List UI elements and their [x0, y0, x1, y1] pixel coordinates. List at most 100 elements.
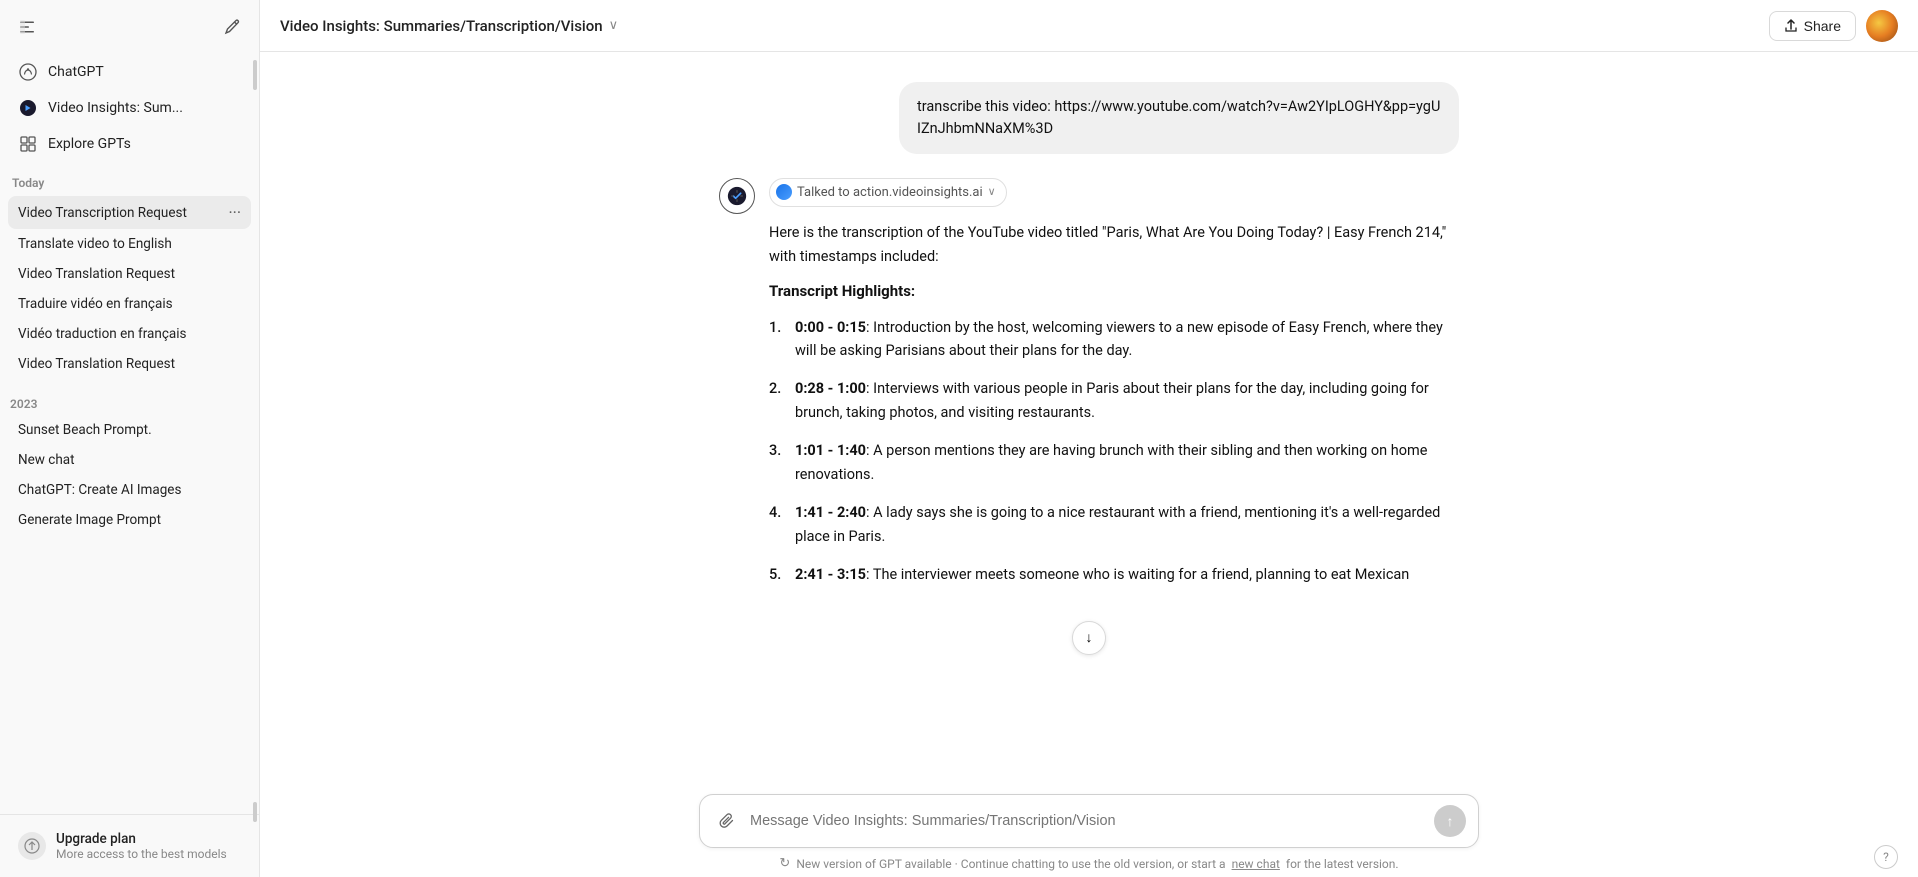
header-title-button[interactable]: Video Insights: Summaries/Transcription/…	[280, 17, 618, 35]
transcript-item: 1. 0:00 - 0:15: Introduction by the host…	[769, 316, 1459, 364]
list-num: 4.	[769, 501, 787, 549]
scroll-down-button[interactable]: ↓	[1072, 621, 1106, 655]
timestamp: 0:00 - 0:15	[795, 319, 866, 336]
timestamp: 0:28 - 1:00	[795, 380, 866, 397]
sidebar-nav: ChatGPT Video Insights: Sum... Explore	[0, 50, 259, 166]
talked-to-chevron: ∨	[988, 183, 996, 201]
assistant-avatar	[719, 178, 755, 214]
sidebar-scroll-top	[253, 60, 257, 90]
upgrade-plan-label: Upgrade plan	[56, 831, 227, 847]
transcript-item: 2. 0:28 - 1:00: Interviews with various …	[769, 377, 1459, 425]
sidebar-item-explore-gpts[interactable]: Explore GPTs	[8, 126, 251, 162]
scroll-down-icon: ↓	[1086, 629, 1093, 646]
list-num: 3.	[769, 439, 787, 487]
list-num: 5.	[769, 563, 787, 587]
list-content: 1:01 - 1:40: A person mentions they are …	[795, 439, 1459, 487]
sidebar-item-video-translation-1[interactable]: Video Translation Request	[8, 259, 251, 289]
list-content: 2:41 - 3:15: The interviewer meets someo…	[795, 563, 1459, 587]
upgrade-plan-button[interactable]: Upgrade plan More access to the best mod…	[8, 823, 251, 869]
transcript-list: 1. 0:00 - 0:15: Introduction by the host…	[769, 316, 1459, 587]
talked-to-text: Talked to action.videoinsights.ai	[797, 182, 983, 203]
intro-text: Here is the transcription of the YouTube…	[769, 221, 1459, 269]
sidebar-item-generate-image[interactable]: Generate Image Prompt	[8, 505, 251, 535]
sidebar-item-create-ai-images[interactable]: ChatGPT: Create AI Images	[8, 475, 251, 505]
today-section-label: Today	[0, 166, 259, 194]
list-num: 1.	[769, 316, 787, 364]
send-button[interactable]: ↑	[1434, 805, 1466, 837]
highlights-title: Transcript Highlights:	[769, 279, 1459, 304]
assistant-message: Talked to action.videoinsights.ai ∨ Here…	[719, 178, 1459, 601]
sidebar-item-video-transcription[interactable]: Video Transcription Request ···	[8, 196, 251, 229]
header-right: Share	[1769, 10, 1898, 42]
share-button[interactable]: Share	[1769, 11, 1856, 41]
explore-gpts-icon	[18, 134, 38, 154]
share-label: Share	[1804, 18, 1841, 34]
new-chat-button[interactable]	[217, 12, 247, 42]
upgrade-text: Upgrade plan More access to the best mod…	[56, 831, 227, 861]
list-content: 0:28 - 1:00: Interviews with various peo…	[795, 377, 1459, 425]
transcript-item: 4. 1:41 - 2:40: A lady says she is going…	[769, 501, 1459, 549]
assistant-content: Talked to action.videoinsights.ai ∨ Here…	[769, 178, 1459, 601]
sidebar-item-video-insights[interactable]: Video Insights: Sum...	[8, 90, 251, 126]
header-chevron-icon: ∨	[609, 18, 619, 33]
sidebar-item-video-translation-2[interactable]: Video Translation Request	[8, 349, 251, 379]
sidebar-item-video-transcription-label: Video Transcription Request	[18, 205, 228, 221]
sidebar-item-explore-label: Explore GPTs	[48, 136, 131, 152]
sidebar-item-chatgpt[interactable]: ChatGPT	[8, 54, 251, 90]
scroll-down-area: ↓	[719, 621, 1459, 655]
sidebar-item-traduire[interactable]: Traduire vidéo en français	[8, 289, 251, 319]
message-input[interactable]	[742, 811, 1434, 831]
talked-to-badge[interactable]: Talked to action.videoinsights.ai ∨	[769, 178, 1007, 207]
assistant-text: Here is the transcription of the YouTube…	[769, 221, 1459, 587]
sidebar-item-create-ai-label: ChatGPT: Create AI Images	[18, 482, 241, 498]
sidebar-item-video-label: Video Insights: Sum...	[48, 100, 183, 116]
input-bar-container: ↑ ↻ New version of GPT available · Conti…	[260, 784, 1918, 877]
assistant-logo-icon	[726, 185, 748, 207]
list-content: 1:41 - 2:40: A lady says she is going to…	[795, 501, 1459, 549]
sidebar-item-new-chat-label: New chat	[18, 452, 241, 468]
sidebar-bottom: Upgrade plan More access to the best mod…	[0, 814, 259, 877]
sidebar-item-sunset-beach[interactable]: Sunset Beach Prompt.	[8, 415, 251, 445]
timestamp: 1:41 - 2:40	[795, 504, 866, 521]
sidebar-item-menu-icon[interactable]: ···	[228, 203, 241, 222]
sidebar-item-sunset-beach-label: Sunset Beach Prompt.	[18, 422, 241, 438]
transcript-item: 3. 1:01 - 1:40: A person mentions they a…	[769, 439, 1459, 487]
help-button[interactable]: ?	[1874, 845, 1898, 869]
attach-button[interactable]	[712, 810, 742, 832]
sidebar-scroll-bottom	[253, 802, 257, 822]
new-chat-icon	[223, 18, 241, 36]
toggle-sidebar-button[interactable]	[12, 12, 42, 42]
sidebar-item-video-traduction[interactable]: Vidéo traduction en français	[8, 319, 251, 349]
chatgpt-icon	[18, 62, 38, 82]
timestamp: 2:41 - 3:15	[795, 566, 866, 583]
new-chat-link[interactable]: new chat	[1232, 857, 1280, 871]
bottom-notice-text-after: for the latest version.	[1286, 857, 1399, 871]
talked-to-dot	[776, 184, 792, 200]
help-icon: ?	[1883, 850, 1889, 864]
video-insights-icon	[18, 98, 38, 118]
user-bubble: transcribe this video: https://www.youtu…	[899, 82, 1459, 154]
chat-area[interactable]: transcribe this video: https://www.youtu…	[260, 52, 1918, 784]
transcript-item: 5. 2:41 - 3:15: The interviewer meets so…	[769, 563, 1459, 587]
main-header: Video Insights: Summaries/Transcription/…	[260, 0, 1918, 52]
chat-inner: transcribe this video: https://www.youtu…	[699, 82, 1479, 665]
section-2023-label: 2023	[8, 387, 251, 415]
user-message: transcribe this video: https://www.youtu…	[719, 82, 1459, 154]
upgrade-plan-sub: More access to the best models	[56, 847, 227, 861]
bottom-notice-text: New version of GPT available · Continue …	[796, 857, 1225, 871]
sidebar-item-translate-video[interactable]: Translate video to English	[8, 229, 251, 259]
sidebar-toggle-icon	[18, 18, 36, 36]
sidebar-item-traduire-label: Traduire vidéo en français	[18, 296, 241, 312]
bottom-notice: ↻ New version of GPT available · Continu…	[699, 848, 1479, 877]
sidebar-item-translate-label: Translate video to English	[18, 236, 241, 252]
sidebar-item-video-translation-1-label: Video Translation Request	[18, 266, 241, 282]
sidebar-item-new-chat[interactable]: New chat	[8, 445, 251, 475]
sidebar-item-video-translation-2-label: Video Translation Request	[18, 356, 241, 372]
upgrade-icon	[18, 832, 46, 860]
main-content: Video Insights: Summaries/Transcription/…	[260, 0, 1918, 877]
user-avatar[interactable]	[1866, 10, 1898, 42]
sidebar-item-video-traduction-label: Vidéo traduction en français	[18, 326, 241, 342]
sidebar: ChatGPT Video Insights: Sum... Explore	[0, 0, 260, 877]
sidebar-item-chatgpt-label: ChatGPT	[48, 64, 104, 80]
send-icon: ↑	[1447, 813, 1454, 829]
